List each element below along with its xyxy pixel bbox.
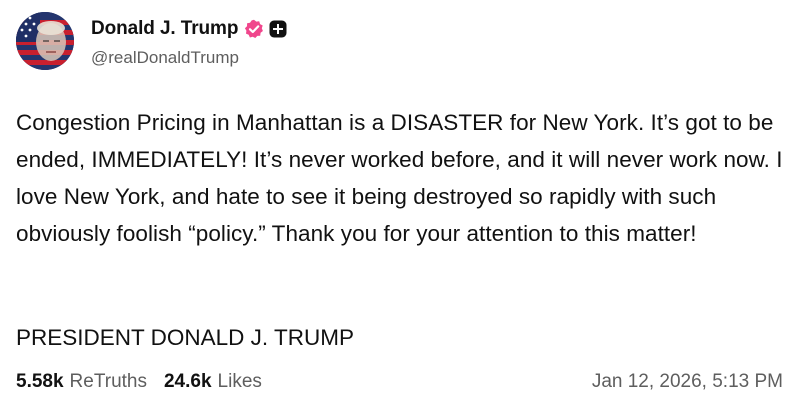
likes-label: Likes xyxy=(217,371,262,392)
author-handle[interactable]: @realDonaldTrump xyxy=(91,48,287,68)
post-text: Congestion Pricing in Manhattan is a DIS… xyxy=(16,110,783,246)
likes-count: 24.6k xyxy=(163,371,212,392)
author-identity: Donald J. Trump @realDonaldTrump xyxy=(91,16,287,68)
post-header: Donald J. Trump @realDonaldTrump xyxy=(16,12,287,70)
post-timestamp[interactable]: Jan 12, 2026, 5:13 PM xyxy=(592,371,783,393)
name-row: Donald J. Trump xyxy=(91,16,287,42)
post-body: Congestion Pricing in Manhattan is a DIS… xyxy=(16,104,786,252)
plus-badge-icon xyxy=(269,20,287,38)
verified-badge-icon xyxy=(244,19,264,39)
post-footer: 5.58k ReTruths 24.6k Likes Jan 12, 2026,… xyxy=(16,371,783,393)
post-signature: PRESIDENT DONALD J. TRUMP xyxy=(16,325,354,350)
truth-post: Donald J. Trump @realDonaldTrump Congest… xyxy=(0,0,800,412)
flag-portrait-avatar xyxy=(16,12,74,70)
avatar[interactable] xyxy=(16,12,74,70)
retruths-label: ReTruths xyxy=(69,371,147,392)
retruths-count: 5.58k xyxy=(16,371,64,392)
retruths-stat[interactable]: 5.58k ReTruths xyxy=(16,371,147,393)
likes-stat[interactable]: 24.6k Likes xyxy=(164,371,262,393)
display-name[interactable]: Donald J. Trump xyxy=(91,18,238,40)
